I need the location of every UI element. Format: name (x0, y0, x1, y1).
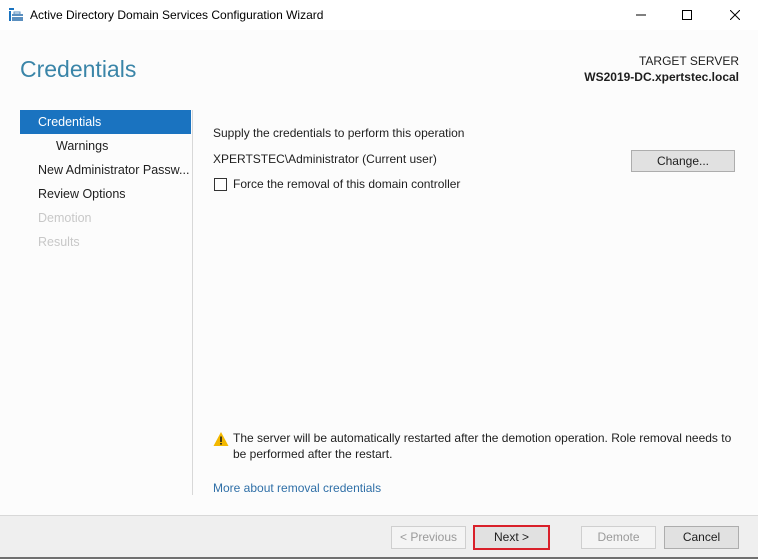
force-removal-label[interactable]: Force the removal of this domain control… (233, 177, 460, 191)
target-server-label: TARGET SERVER (638, 54, 739, 68)
supply-credentials-text: Supply the credentials to perform this o… (213, 126, 465, 140)
nav-divider (192, 110, 193, 495)
wizard-nav: Credentials Warnings New Administrator P… (20, 110, 191, 254)
nav-item-demotion: Demotion (38, 211, 92, 225)
nav-item-review-options[interactable]: Review Options (20, 182, 191, 206)
server-manager-icon (9, 8, 23, 21)
nav-item-warnings[interactable]: Warnings (20, 134, 191, 158)
more-about-removal-credentials-link[interactable]: More about removal credentials (213, 481, 381, 495)
close-icon (730, 10, 740, 20)
nav-item-credentials[interactable]: Credentials (20, 110, 191, 134)
nav-item-results: Results (38, 235, 80, 249)
page-title: Credentials (20, 56, 137, 82)
minimize-button[interactable] (618, 0, 664, 30)
maximize-icon (682, 10, 692, 20)
maximize-button[interactable] (664, 0, 710, 30)
next-button[interactable]: Next > (473, 525, 550, 550)
demote-button[interactable]: Demote (581, 526, 656, 549)
restart-warning: The server will be automatically restart… (213, 430, 743, 462)
cancel-button[interactable]: Cancel (664, 526, 739, 549)
nav-item-new-administrator-password[interactable]: New Administrator Passw... (20, 158, 191, 182)
warning-text: The server will be automatically restart… (233, 431, 732, 461)
change-credentials-button[interactable]: Change... (631, 150, 735, 172)
window-title: Active Directory Domain Services Configu… (30, 8, 324, 22)
force-removal-option[interactable]: Force the removal of this domain control… (214, 177, 460, 191)
target-server-name: WS2019-DC.xpertstec.local (584, 70, 739, 84)
title-bar: Active Directory Domain Services Configu… (0, 0, 758, 30)
minimize-icon (636, 14, 646, 16)
warning-icon (213, 432, 229, 446)
previous-button[interactable]: < Previous (391, 526, 466, 549)
current-user-text: XPERTSTEC\Administrator (Current user) (213, 152, 437, 166)
close-button[interactable] (712, 0, 758, 30)
force-removal-checkbox[interactable] (214, 177, 227, 191)
